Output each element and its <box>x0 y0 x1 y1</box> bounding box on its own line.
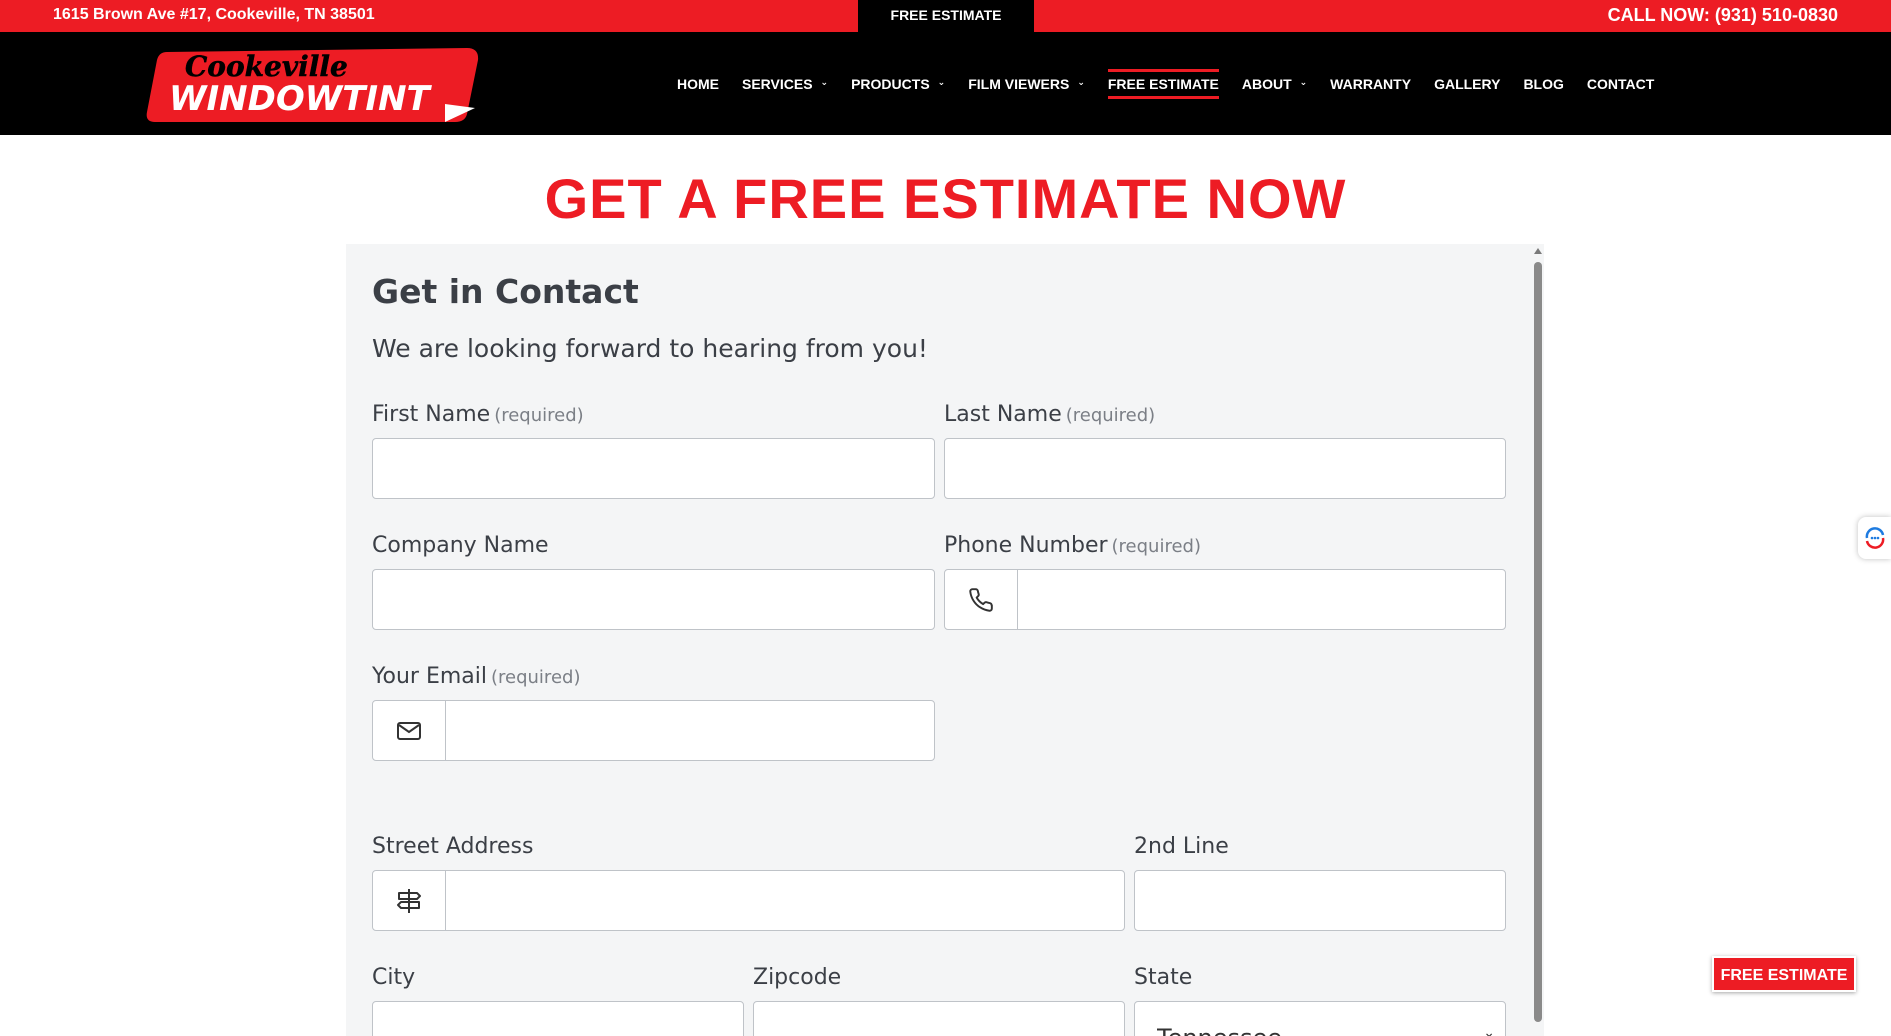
zipcode-input[interactable] <box>754 1002 1124 1036</box>
email-label: Your Email (required) <box>372 664 581 689</box>
scroll-up-arrow-icon[interactable] <box>1534 248 1542 254</box>
chevron-down-icon: ⌄ <box>1299 77 1308 87</box>
page-title: GET A FREE ESTIMATE NOW <box>544 167 1347 230</box>
chevron-down-icon: ⌄ <box>820 77 829 87</box>
free-estimate-floating-button[interactable]: FREE ESTIMATE <box>1712 956 1856 992</box>
nav-free-estimate[interactable]: FREE ESTIMATE <box>1107 68 1219 99</box>
street-address-input[interactable] <box>446 871 1124 930</box>
company-name-field[interactable] <box>372 569 935 630</box>
phone-icon <box>945 570 1018 629</box>
call-now-link[interactable]: CALL NOW: (931) 510-0830 <box>1608 0 1838 30</box>
last-name-field[interactable] <box>944 438 1506 499</box>
signpost-icon <box>373 871 446 930</box>
state-select[interactable]: Tennessee <box>1135 1002 1505 1036</box>
free-estimate-top-button[interactable]: FREE ESTIMATE <box>858 0 1034 32</box>
zipcode-field[interactable] <box>753 1001 1125 1036</box>
first-name-label: First Name (required) <box>372 402 584 427</box>
chat-icon <box>1865 527 1884 549</box>
contact-form-frame: Get in Contact We are looking forward to… <box>346 244 1544 1036</box>
street-address-label: Street Address <box>372 834 534 859</box>
form-title: Get in Contact <box>372 272 639 311</box>
nav-film-viewers[interactable]: FILM VIEWERS ⌄ <box>968 69 1085 99</box>
second-line-label: 2nd Line <box>1134 834 1229 859</box>
nav-home[interactable]: HOME <box>677 69 719 99</box>
phone-number-field[interactable] <box>944 569 1506 630</box>
first-name-field[interactable] <box>372 438 935 499</box>
address-text: 1615 Brown Ave #17, Cookeville, TN 38501 <box>53 6 375 23</box>
form-scrollbar[interactable] <box>1532 248 1544 1036</box>
nav-warranty[interactable]: WARRANTY <box>1330 69 1411 99</box>
nav-services[interactable]: SERVICES ⌄ <box>742 69 828 99</box>
svg-text:WINDOWTINT: WINDOWTINT <box>169 79 433 119</box>
last-name-label: Last Name (required) <box>944 402 1156 427</box>
second-line-field[interactable] <box>1134 870 1506 931</box>
city-field[interactable] <box>372 1001 744 1036</box>
chevron-down-icon: ⌄ <box>1077 77 1085 87</box>
nav-gallery[interactable]: GALLERY <box>1434 69 1500 99</box>
phone-number-label: Phone Number (required) <box>944 533 1201 558</box>
chat-widget-tab[interactable] <box>1858 517 1891 559</box>
nav-contact[interactable]: CONTACT <box>1587 69 1654 99</box>
nav-blog[interactable]: BLOG <box>1523 69 1563 99</box>
company-name-input[interactable] <box>373 570 934 629</box>
email-field[interactable] <box>372 700 935 761</box>
nav-about[interactable]: ABOUT ⌄ <box>1242 69 1307 99</box>
nav-products[interactable]: PRODUCTS ⌄ <box>851 69 945 99</box>
site-logo[interactable]: Cookeville WINDOWTINT <box>145 42 481 124</box>
top-bar: 1615 Brown Ave #17, Cookeville, TN 38501… <box>0 0 1891 32</box>
city-label: City <box>372 965 416 990</box>
state-label: State <box>1134 965 1193 990</box>
street-address-field[interactable] <box>372 870 1125 931</box>
zipcode-label: Zipcode <box>753 965 842 990</box>
company-name-label: Company Name <box>372 533 549 558</box>
city-input[interactable] <box>373 1002 743 1036</box>
email-input[interactable] <box>446 701 934 760</box>
second-line-input[interactable] <box>1135 871 1505 930</box>
state-field[interactable]: Tennessee ⌄ <box>1134 1001 1506 1036</box>
main-nav: HOME SERVICES ⌄ PRODUCTS ⌄ FILM VIEWERS ⌄ F… <box>677 32 1677 135</box>
chevron-down-icon: ⌄ <box>937 77 946 87</box>
chevron-down-icon: ⌄ <box>1483 1024 1495 1036</box>
first-name-input[interactable] <box>373 439 934 498</box>
envelope-icon <box>373 701 446 760</box>
last-name-input[interactable] <box>945 439 1505 498</box>
scrollbar-thumb[interactable] <box>1534 262 1542 1022</box>
site-header: Cookeville WINDOWTINT HOME SERVICES ⌄ PRO… <box>0 32 1891 135</box>
phone-number-input[interactable] <box>1018 570 1505 629</box>
form-subtitle: We are looking forward to hearing from y… <box>372 334 928 363</box>
